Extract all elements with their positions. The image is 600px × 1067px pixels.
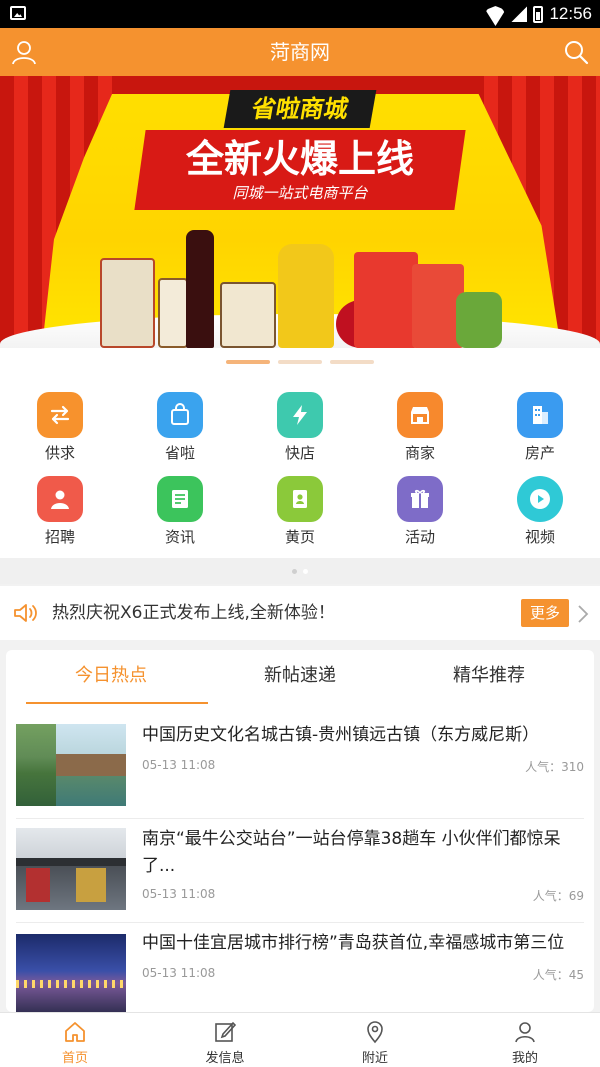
compose-icon [215,1021,237,1042]
banner-tagline: 同城一站式电商平台 [232,184,368,202]
shopping-bag-icon [157,392,203,438]
article-thumbnail [16,828,126,910]
banner-brand: 省啦商城 [223,90,377,128]
category-real-estate[interactable]: 房产 [480,376,600,462]
app-title: 菏商网 [270,40,330,64]
building-icon [517,392,563,438]
home-icon [65,1022,85,1042]
article-popularity: 人气：69 [532,889,584,903]
promo-banner[interactable]: 省啦商城 全新火爆上线 同城一站式电商平台 [0,76,600,348]
category-supply-demand[interactable]: 供求 [0,376,120,462]
status-time: 12:56 [549,4,592,23]
article-date: 05-13 11:08 [142,758,216,772]
article-title: 中国历史文化名城古镇-贵州镇远古镇（东方威尼斯） [142,725,540,745]
article-title: 南京“最牛公交站台”一站台停靠38趟车 小伙伴们都惊呆了... [142,829,561,876]
gift-icon [397,476,443,522]
announcement-text[interactable]: 热烈庆祝X6正式发布上线,全新体验！ [52,586,335,640]
banner-headline: 全新火爆上线 [185,137,414,181]
list-item[interactable]: 中国十佳宜居城市排行榜”青岛获首位,幸福感城市第三位 05-13 11:08 人… [6,922,594,1012]
category-label: 资讯 [164,528,195,546]
nav-post-message[interactable]: 发信息 [150,1013,300,1067]
article-thumbnail [16,934,126,1012]
more-button[interactable]: 更多 [521,599,569,627]
nav-label: 发信息 [205,1051,245,1066]
app-header: 菏商网 [0,28,600,76]
category-grid: 供求 省啦 快店 商家 房产 招聘 资讯 黄页 活动 视频 [0,376,600,558]
tab-today-hot[interactable]: 今日热点 [16,650,208,704]
banner-products-image [100,226,502,348]
storefront-icon [397,392,443,438]
banner-pager [0,348,600,376]
pager-dot[interactable] [292,568,297,574]
article-thumbnail [16,724,126,806]
lightning-icon [277,392,323,438]
pager-dot[interactable] [303,568,308,574]
category-label: 视频 [524,528,555,546]
play-icon [517,476,563,522]
nav-label: 附近 [361,1051,388,1066]
category-video[interactable]: 视频 [480,460,600,546]
category-label: 黄页 [284,528,315,546]
signal-icon [511,6,528,22]
nav-mine[interactable]: 我的 [450,1013,600,1067]
nav-nearby[interactable]: 附近 [300,1013,450,1067]
article-date: 05-13 11:08 [142,966,216,980]
article-title: 中国十佳宜居城市排行榜”青岛获首位,幸福感城市第三位 [142,933,565,953]
status-bar: 12:56 [0,0,600,28]
list-item[interactable]: 中国历史文化名城古镇-贵州镇远古镇（东方威尼斯） 05-13 11:08 人气：… [6,714,594,819]
category-shengla[interactable]: 省啦 [120,376,240,462]
chevron-right-icon[interactable] [577,604,589,628]
newspaper-icon [157,476,203,522]
category-recruitment[interactable]: 招聘 [0,460,120,546]
category-quick-store[interactable]: 快店 [240,376,360,462]
category-events[interactable]: 活动 [360,460,480,546]
news-feed: 今日热点 新帖速递 精华推荐 中国历史文化名城古镇-贵州镇远古镇（东方威尼斯） … [6,650,594,1012]
category-label: 活动 [404,528,435,546]
nav-label: 我的 [511,1051,538,1066]
contacts-book-icon [277,476,323,522]
image-notification-icon [10,6,26,20]
location-pin-icon [367,1021,383,1044]
article-popularity: 人气：45 [532,968,584,982]
pager-dot[interactable] [226,360,270,364]
bottom-navigation: 首页 发信息 附近 我的 [0,1012,600,1067]
tab-new-posts[interactable]: 新帖速递 [205,650,395,704]
user-icon [515,1022,535,1043]
battery-icon [533,5,544,23]
category-label: 招聘 [44,528,75,546]
article-popularity: 人气：310 [525,760,584,774]
pager-dot[interactable] [330,360,374,364]
list-item[interactable]: 南京“最牛公交站台”一站台停靠38趟车 小伙伴们都惊呆了... 05-13 11… [6,818,594,923]
announcement-bar[interactable]: 热烈庆祝X6正式发布上线,全新体验！ 更多 [0,586,600,640]
nav-label: 首页 [61,1051,88,1066]
feed-tabs: 今日热点 新帖速递 精华推荐 [6,650,594,704]
category-merchants[interactable]: 商家 [360,376,480,462]
category-yellow-pages[interactable]: 黄页 [240,460,360,546]
pager-dot[interactable] [278,360,322,364]
wifi-icon [485,6,505,22]
category-pager [0,558,600,584]
tab-featured[interactable]: 精华推荐 [394,650,584,704]
speaker-icon [12,601,40,629]
article-date: 05-13 11:08 [142,887,216,901]
swap-arrows-icon [37,392,83,438]
person-icon [37,476,83,522]
nav-home[interactable]: 首页 [0,1013,150,1067]
search-icon[interactable] [562,38,590,66]
category-news[interactable]: 资讯 [120,460,240,546]
